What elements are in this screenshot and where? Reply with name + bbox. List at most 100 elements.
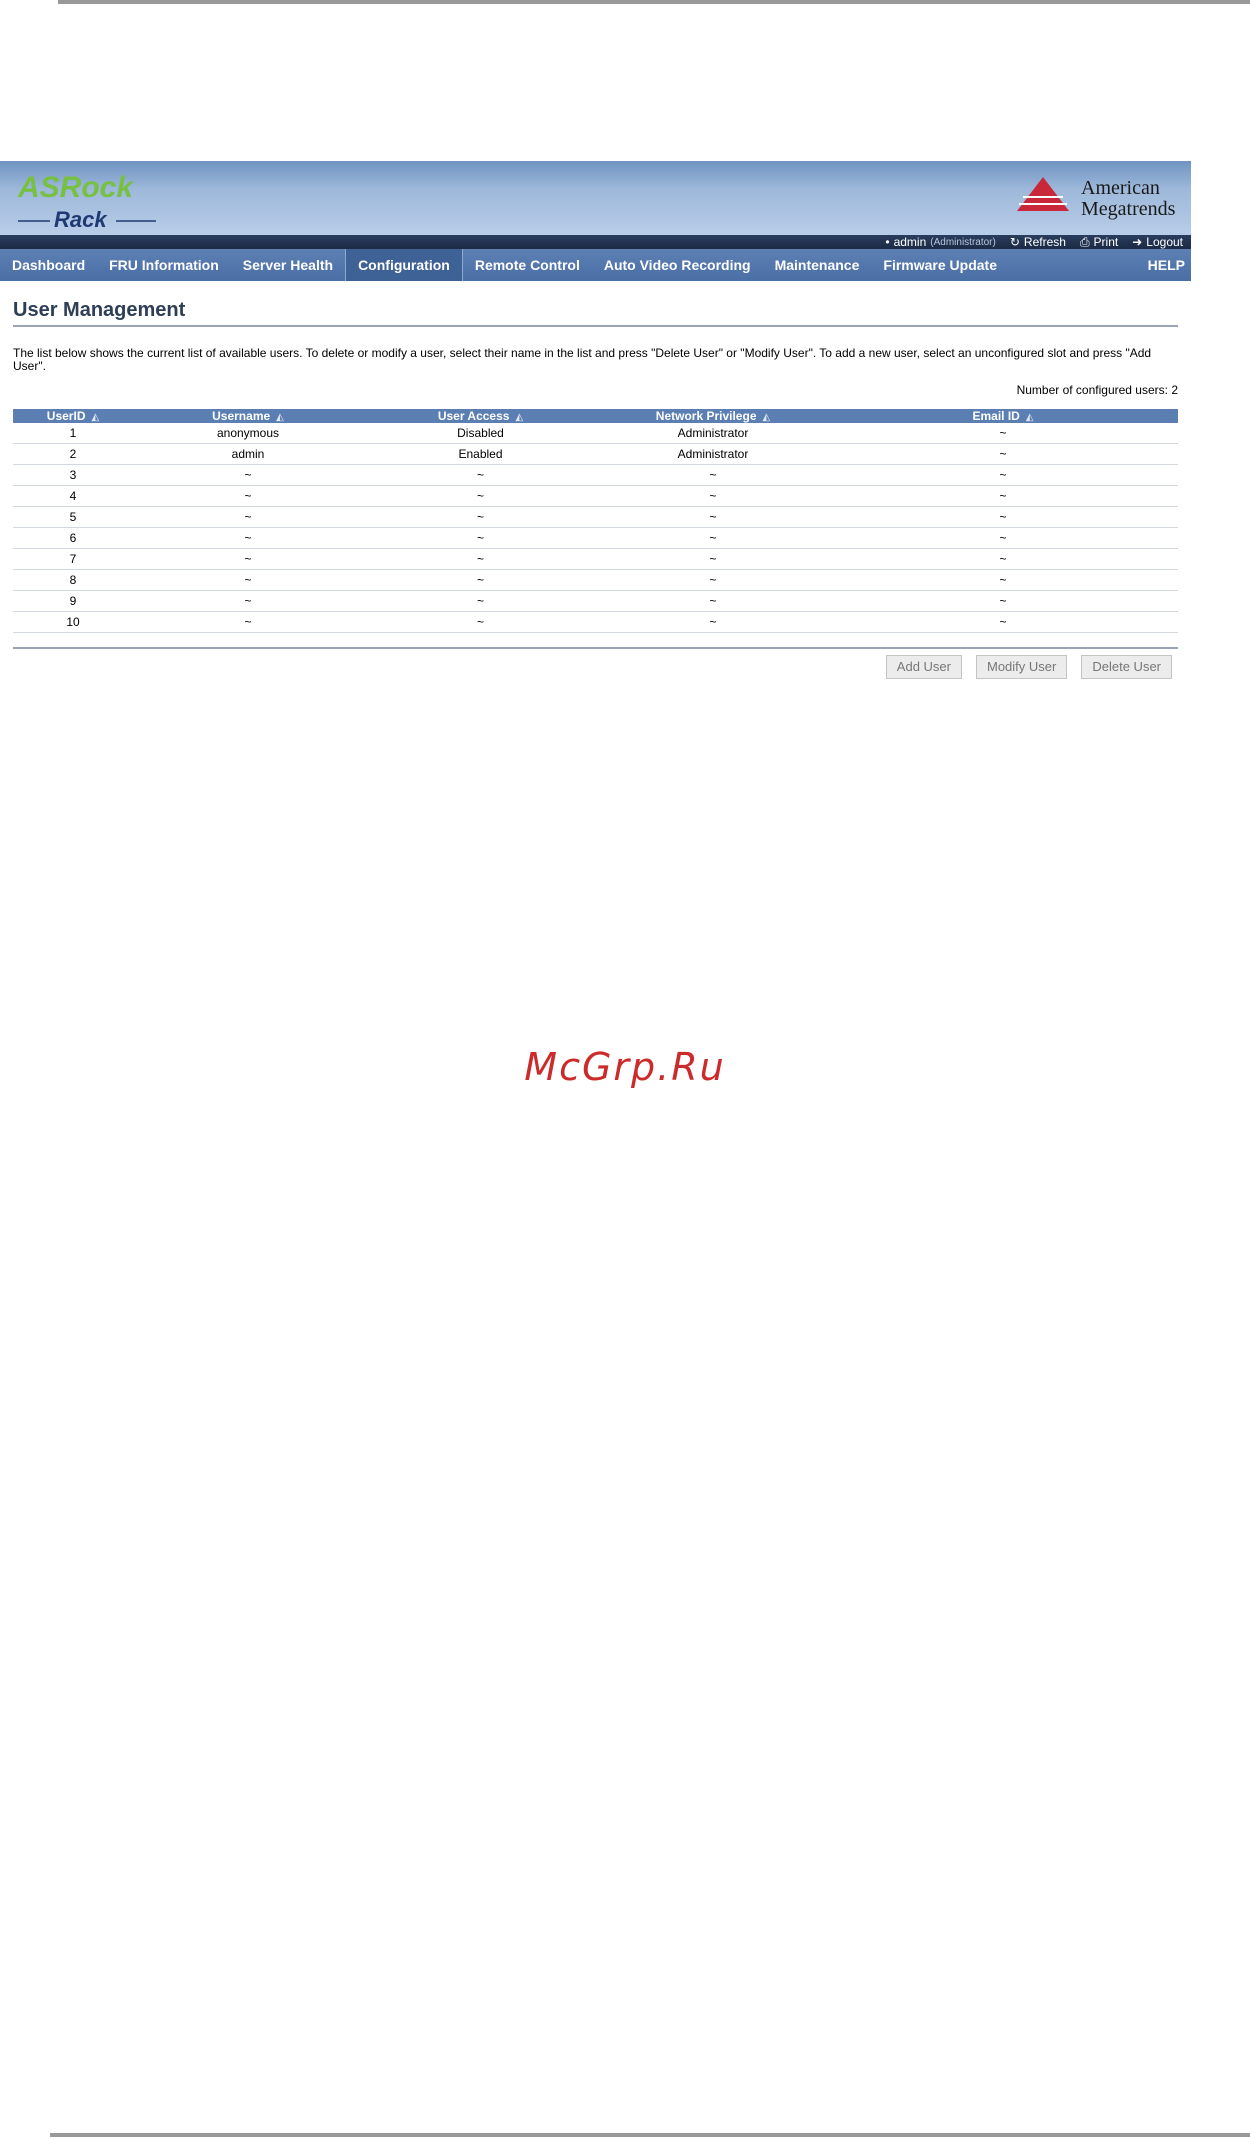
cell-user-access: ~ [363,548,598,570]
cell-userid: 5 [13,506,133,528]
cell-network-privilege: Administrator [598,443,828,465]
col-email-id[interactable]: Email ID ◭ [828,409,1178,423]
nav-server-health[interactable]: Server Health [231,249,345,281]
top-rule [58,0,1250,4]
cell-username: ~ [133,569,363,591]
table-divider [13,647,1178,649]
cell-email-id: ~ [828,485,1178,507]
cell-network-privilege: ~ [598,485,828,507]
cell-email-id: ~ [828,569,1178,591]
cell-user-access: ~ [363,506,598,528]
col-userid-label: UserID [46,409,86,423]
cell-username: ~ [133,527,363,549]
logo-asrock-text: ASRock [17,171,134,204]
cell-username: admin [133,443,363,465]
delete-user-button[interactable]: Delete User [1081,655,1172,679]
user-table: UserID ◭ Username ◭ User Access ◭ Network P… [13,409,1178,633]
cell-userid: 6 [13,527,133,549]
watermark-text: McGrp.Ru [524,1045,726,1089]
cell-user-access: ~ [363,590,598,612]
nav-configuration[interactable]: Configuration [345,249,463,281]
col-username[interactable]: Username ◭ [133,409,363,423]
nav-maintenance[interactable]: Maintenance [763,249,872,281]
user-role: (Administrator) [930,236,996,248]
cell-user-access: Enabled [363,443,598,465]
cell-network-privilege: ~ [598,569,828,591]
cell-userid: 9 [13,590,133,612]
col-network-privilege[interactable]: Network Privilege ◭ [598,409,828,423]
sort-icon: ◭ [762,412,771,423]
main-content: User Management The list below shows the… [13,281,1178,689]
table-row[interactable]: 10 ~ ~ ~ ~ [13,611,1178,633]
add-user-button[interactable]: Add User [885,655,962,679]
status-links: • admin (Administrator) ↻ Refresh ⎙ Prin… [885,235,1183,250]
table-row[interactable]: 2 admin Enabled Administrator ~ [13,443,1178,465]
col-user-access-label: User Access [437,409,510,423]
refresh-link[interactable]: ↻ Refresh [1010,235,1066,249]
cell-userid: 7 [13,548,133,570]
table-row[interactable]: 7 ~ ~ ~ ~ [13,548,1178,570]
cell-username: ~ [133,611,363,633]
logout-link[interactable]: ➜ Logout [1132,235,1183,249]
refresh-icon: ↻ [1009,235,1020,249]
status-bar: • admin (Administrator) ↻ Refresh ⎙ Prin… [0,235,1191,249]
table-row[interactable]: 6 ~ ~ ~ ~ [13,527,1178,549]
print-icon: ⎙ [1079,234,1090,249]
cell-network-privilege: Administrator [598,423,828,444]
cell-network-privilege: ~ [598,464,828,486]
logout-label: Logout [1146,235,1183,249]
nav-dashboard[interactable]: Dashboard [0,249,97,281]
nav-fru-information[interactable]: FRU Information [97,249,231,281]
button-row: Add User Modify User Delete User [13,655,1178,689]
page-title: User Management [13,299,1178,327]
table-row[interactable]: 8 ~ ~ ~ ~ [13,569,1178,591]
ami-logo: American Megatrends [1013,171,1183,223]
ami-logo-line1: American [1081,177,1160,199]
col-network-privilege-label: Network Privilege [655,409,757,423]
action-buttons: Add User Modify User Delete User [885,655,1172,679]
col-userid[interactable]: UserID ◭ [13,409,133,423]
main-nav: Dashboard FRU Information Server Health … [0,249,1191,281]
header-banner: ASRock Rack American Megatrends [0,161,1191,235]
col-username-label: Username [212,409,271,423]
cell-userid: 4 [13,485,133,507]
cell-userid: 3 [13,464,133,486]
cell-email-id: ~ [828,548,1178,570]
nav-auto-video-recording[interactable]: Auto Video Recording [592,249,763,281]
sort-icon: ◭ [1025,412,1034,423]
table-row[interactable]: 5 ~ ~ ~ ~ [13,506,1178,528]
table-row[interactable]: 1 anonymous Disabled Administrator ~ [13,423,1178,444]
configured-users-count: Number of configured users: 2 [1016,383,1178,397]
cell-network-privilege: ~ [598,506,828,528]
cell-userid: 10 [13,611,133,633]
logout-icon: ➜ [1132,235,1143,249]
bottom-rule [50,2133,1250,2137]
ami-triangle-icon [1017,177,1069,211]
nav-remote-control[interactable]: Remote Control [463,249,592,281]
cell-email-id: ~ [828,590,1178,612]
print-link[interactable]: ⎙ Print [1080,235,1118,250]
help-link[interactable]: HELP [1142,257,1191,273]
nav-firmware-update[interactable]: Firmware Update [871,249,1009,281]
bullet-icon: • [885,235,890,249]
cell-username: ~ [133,506,363,528]
cell-network-privilege: ~ [598,590,828,612]
current-user: • admin (Administrator) [885,235,995,249]
table-row[interactable]: 3 ~ ~ ~ ~ [13,464,1178,486]
cell-username: ~ [133,548,363,570]
col-user-access[interactable]: User Access ◭ [363,409,598,423]
bmc-screenshot: ASRock Rack American Megatrends • admin … [0,161,1191,701]
cell-email-id: ~ [828,506,1178,528]
print-label: Print [1093,235,1119,249]
refresh-label: Refresh [1023,235,1066,249]
cell-user-access: Disabled [363,423,598,444]
ami-logo-line2: Megatrends [1081,198,1176,220]
table-row[interactable]: 9 ~ ~ ~ ~ [13,590,1178,612]
cell-network-privilege: ~ [598,611,828,633]
sort-icon: ◭ [276,412,284,423]
table-row[interactable]: 4 ~ ~ ~ ~ [13,485,1178,507]
modify-user-button[interactable]: Modify User [976,655,1068,679]
col-email-id-label: Email ID [972,409,1020,423]
cell-email-id: ~ [828,464,1178,486]
cell-user-access: ~ [363,527,598,549]
